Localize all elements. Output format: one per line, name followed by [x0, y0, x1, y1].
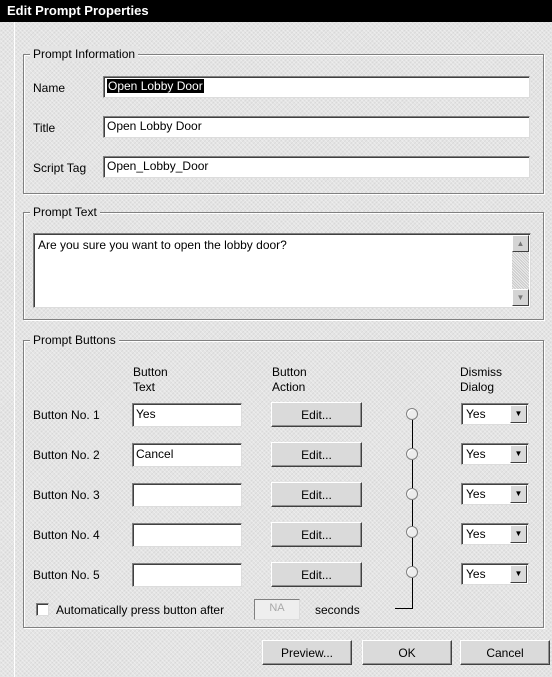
radio-button-icon[interactable] [406, 488, 418, 500]
window-title-bar: Edit Prompt Properties [0, 0, 552, 22]
prompt-text-value: Are you sure you want to open the lobby … [38, 238, 287, 252]
button-text-header-line1: Button [133, 365, 168, 379]
chevron-down-icon[interactable]: ▼ [510, 525, 527, 543]
prompt-text-scrollbar[interactable]: ▲ ▼ [512, 235, 529, 306]
button-row-3-edit-button[interactable]: Edit... [271, 482, 362, 507]
script-tag-field[interactable]: Open_Lobby_Door [103, 156, 530, 178]
dismiss-dialog-header-line1: Dismiss [460, 365, 502, 379]
radio-button-icon[interactable] [406, 566, 418, 578]
radio-button-icon[interactable] [406, 526, 418, 538]
radio-button-icon[interactable] [406, 448, 418, 460]
seconds-label: seconds [315, 603, 360, 617]
button-row-4-text-field[interactable] [132, 523, 242, 547]
ok-button[interactable]: OK [362, 640, 452, 665]
button-row-5-edit-button[interactable]: Edit... [271, 562, 362, 587]
button-row-3-dismiss-select[interactable]: Yes ▼ [461, 483, 529, 505]
radio-connector-foot [395, 608, 413, 609]
name-field[interactable]: Open Lobby Door [103, 76, 530, 98]
name-label: Name [33, 81, 66, 95]
chevron-down-icon[interactable]: ▼ [510, 405, 527, 423]
button-text-header-line2: Text [133, 380, 156, 394]
button-row-2-dismiss-select[interactable]: Yes ▼ [461, 443, 529, 465]
auto-press-label: Automatically press button after [56, 603, 225, 617]
chevron-down-icon[interactable]: ▼ [510, 485, 527, 503]
button-row-2-text-field[interactable]: Cancel [132, 443, 242, 467]
button-row-4-label: Button No. 4 [33, 528, 100, 542]
prompt-buttons-legend: Prompt Buttons [30, 333, 119, 347]
prompt-text-area[interactable]: Are you sure you want to open the lobby … [33, 233, 531, 308]
script-tag-label: Script Tag [33, 161, 87, 175]
button-row-2-edit-button[interactable]: Edit... [271, 442, 362, 467]
button-row-1-edit-button[interactable]: Edit... [271, 402, 362, 427]
auto-press-seconds-field[interactable]: NA [254, 599, 300, 620]
name-value: Open Lobby Door [107, 79, 204, 93]
preview-button[interactable]: Preview... [262, 640, 352, 665]
button-row-4-edit-button[interactable]: Edit... [271, 522, 362, 547]
button-row-5-dismiss-select[interactable]: Yes ▼ [461, 563, 529, 585]
scroll-up-arrow-icon[interactable]: ▲ [512, 235, 529, 252]
chevron-down-icon[interactable]: ▼ [510, 565, 527, 583]
prompt-text-legend: Prompt Text [30, 205, 100, 219]
scroll-down-arrow-icon[interactable]: ▼ [512, 289, 529, 306]
button-row-3-text-field[interactable] [132, 483, 242, 507]
button-action-header-line2: Action [272, 380, 306, 394]
title-field[interactable]: Open Lobby Door [103, 116, 530, 138]
radio-connector-line [412, 417, 413, 608]
radio-button-icon[interactable] [406, 408, 418, 420]
dismiss-dialog-header-line2: Dialog [460, 380, 495, 394]
chevron-down-icon[interactable]: ▼ [510, 445, 527, 463]
title-label: Title [33, 121, 56, 135]
button-row-5-text-field[interactable] [132, 563, 242, 587]
window-title: Edit Prompt Properties [7, 3, 149, 18]
button-row-2-label: Button No. 2 [33, 448, 100, 462]
button-row-1-dismiss-select[interactable]: Yes ▼ [461, 403, 529, 425]
cancel-button[interactable]: Cancel [460, 640, 550, 665]
button-row-1-label: Button No. 1 [33, 408, 100, 422]
button-row-3-label: Button No. 3 [33, 488, 100, 502]
auto-press-checkbox[interactable] [36, 603, 49, 616]
button-row-1-text-field[interactable]: Yes [132, 403, 242, 427]
prompt-information-legend: Prompt Information [30, 47, 139, 61]
button-row-4-dismiss-select[interactable]: Yes ▼ [461, 523, 529, 545]
button-row-5-label: Button No. 5 [33, 568, 100, 582]
button-action-header-line1: Button [272, 365, 307, 379]
